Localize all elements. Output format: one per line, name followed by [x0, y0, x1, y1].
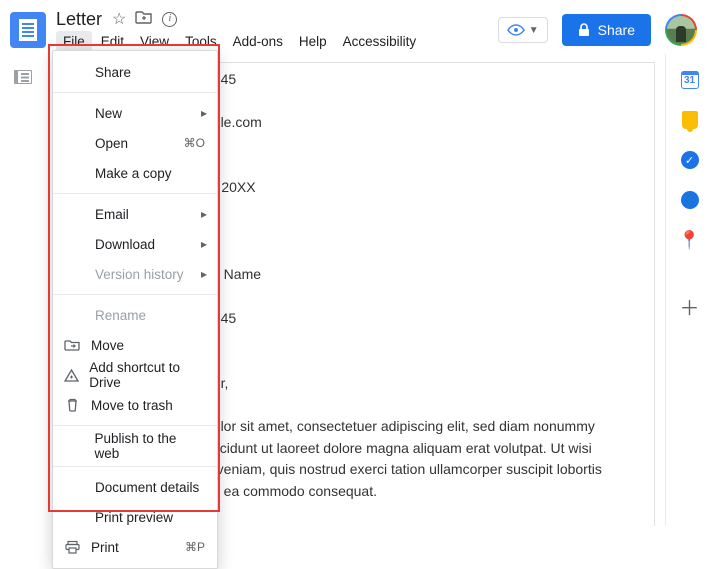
document-line[interactable]: 2345 — [205, 308, 632, 330]
menu-separator — [53, 466, 217, 467]
account-avatar[interactable] — [665, 14, 697, 46]
share-button[interactable]: Share — [562, 14, 651, 46]
menu-item-move[interactable]: Move — [53, 330, 217, 360]
document-line[interactable] — [205, 221, 632, 243]
outline-icon[interactable] — [14, 70, 32, 84]
print-icon — [63, 541, 81, 554]
file-menu-dropdown: Share New▸ Open⌘O Make a copy Email▸ Dow… — [52, 50, 218, 569]
menu-item-print-preview[interactable]: Print preview — [53, 502, 217, 532]
menu-separator — [53, 92, 217, 93]
document-line[interactable] — [205, 91, 632, 113]
title-area: Letter ☆ i File Edit View Tools Add-ons … — [56, 9, 498, 52]
menu-item-publish[interactable]: Publish to the web — [53, 431, 217, 461]
menu-addons[interactable]: Add-ons — [226, 31, 290, 52]
menu-separator — [53, 425, 217, 426]
menubar: File Edit View Tools Add-ons Help Access… — [56, 31, 498, 52]
document-line[interactable]: nple.com — [205, 112, 632, 134]
left-gutter — [0, 54, 46, 526]
document-line[interactable]: er 20XX — [205, 177, 632, 199]
document-line[interactable] — [205, 329, 632, 351]
document-line[interactable] — [205, 199, 632, 221]
menu-item-move-trash[interactable]: Move to trash — [53, 390, 217, 420]
keep-icon[interactable] — [680, 110, 700, 130]
document-line[interactable]: st — [205, 286, 632, 308]
menu-item-add-shortcut[interactable]: Add shortcut to Drive — [53, 360, 217, 390]
menu-file[interactable]: File — [56, 31, 92, 52]
menu-item-share[interactable]: Share — [53, 57, 217, 87]
document-line[interactable]: ny Name — [205, 264, 632, 286]
header-actions: ▼ Share — [498, 14, 703, 46]
menu-accessibility[interactable]: Accessibility — [336, 31, 424, 52]
document-line[interactable] — [205, 503, 632, 525]
document-line[interactable]: n veniam, quis nostrud exerci tation ull… — [205, 459, 632, 481]
drive-shortcut-icon — [63, 369, 79, 382]
menu-item-version-history[interactable]: Version history▸ — [53, 259, 217, 289]
menu-tools[interactable]: Tools — [178, 31, 224, 52]
document-line[interactable]: ex ea commodo consequat. — [205, 481, 632, 503]
document-line[interactable]: der, — [205, 373, 632, 395]
see-status-icon[interactable]: i — [162, 12, 177, 27]
menu-item-print[interactable]: Print ⌘P — [53, 532, 217, 562]
chevron-down-icon: ▼ — [529, 25, 539, 36]
lock-icon — [578, 23, 590, 37]
app-header: Letter ☆ i File Edit View Tools Add-ons … — [0, 0, 713, 54]
calendar-icon[interactable]: 31 — [680, 70, 700, 90]
menu-item-download[interactable]: Download▸ — [53, 229, 217, 259]
submenu-arrow-icon: ▸ — [201, 207, 207, 221]
document-line[interactable]: dolor sit amet, consectetuer adipiscing … — [205, 416, 632, 438]
menu-edit[interactable]: Edit — [94, 31, 131, 52]
document-title[interactable]: Letter — [56, 9, 102, 30]
trash-icon — [63, 398, 81, 412]
menu-help[interactable]: Help — [292, 31, 334, 52]
menu-item-rename: Rename — [53, 300, 217, 330]
submenu-arrow-icon: ▸ — [201, 106, 207, 120]
folder-move-icon — [63, 339, 81, 351]
document-line[interactable] — [205, 156, 632, 178]
contacts-icon[interactable]: 👤 — [680, 190, 700, 210]
document-line[interactable]: tincidunt ut laoreet dolore magna aliqua… — [205, 438, 632, 460]
move-folder-icon[interactable] — [136, 10, 152, 29]
shortcut-label: ⌘O — [184, 136, 205, 150]
star-icon[interactable]: ☆ — [112, 9, 126, 29]
menu-item-open[interactable]: Open⌘O — [53, 128, 217, 158]
side-panel: 31 ✓ 👤 📍 ＋ — [665, 54, 713, 526]
menu-item-new[interactable]: New▸ — [53, 98, 217, 128]
menu-separator — [53, 193, 217, 194]
menu-item-make-copy[interactable]: Make a copy — [53, 158, 217, 188]
share-label: Share — [598, 22, 635, 38]
document-line[interactable]: r — [205, 243, 632, 265]
add-addon-button[interactable]: ＋ — [680, 296, 700, 316]
shortcut-label: ⌘P — [185, 540, 205, 554]
document-line[interactable]: 2345 — [205, 69, 632, 91]
submenu-arrow-icon: ▸ — [201, 267, 207, 281]
docs-logo[interactable] — [10, 12, 46, 48]
document-line[interactable] — [205, 351, 632, 373]
menu-item-doc-details[interactable]: Document details — [53, 472, 217, 502]
menu-view[interactable]: View — [133, 31, 176, 52]
view-mode-button[interactable]: ▼ — [498, 17, 548, 43]
tasks-icon[interactable]: ✓ — [680, 150, 700, 170]
eye-icon — [507, 24, 525, 36]
document-line[interactable] — [205, 134, 632, 156]
menu-item-email[interactable]: Email▸ — [53, 199, 217, 229]
maps-icon[interactable]: 📍 — [680, 230, 700, 250]
submenu-arrow-icon: ▸ — [201, 237, 207, 251]
menu-separator — [53, 294, 217, 295]
document-line[interactable] — [205, 394, 632, 416]
